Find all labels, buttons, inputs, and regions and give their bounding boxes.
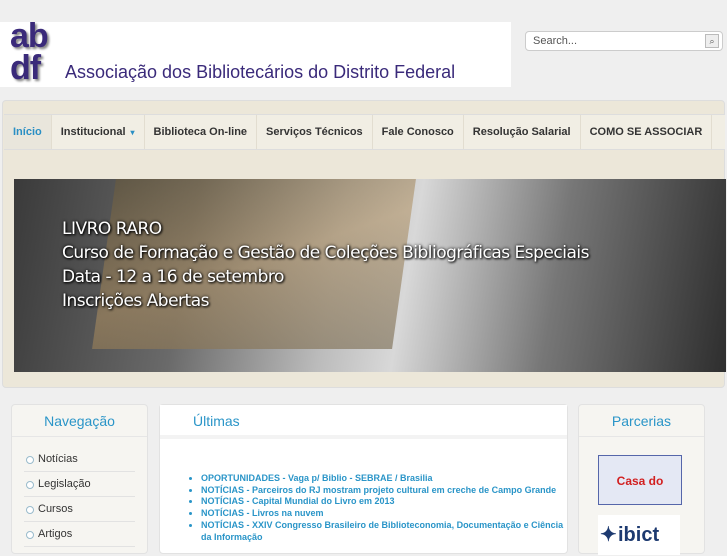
top-section: Início Institucional ▾ Biblioteca On-line…: [2, 100, 726, 388]
news-title[interactable]: Parceiros do RJ mostram projeto cultural…: [252, 485, 556, 495]
banner[interactable]: LIVRO RARO Curso de Formação e Gestão de…: [14, 179, 726, 372]
site-logo[interactable]: ab df Associação dos Bibliotecários do Di…: [0, 17, 511, 87]
ibict-logo-icon: ✦: [600, 524, 617, 546]
parcerias-box: Parcerias Casa do Saber ✦ibict: [578, 404, 705, 555]
nav-fale-conosco[interactable]: Fale Conosco: [373, 115, 464, 149]
news-item[interactable]: NOTÍCIAS - Livros na nuvem: [201, 508, 567, 520]
ultimas-box: Últimas OPORTUNIDADES - Vaga p/ Biblio -…: [159, 404, 568, 554]
news-category[interactable]: NOTÍCIAS: [201, 485, 244, 495]
news-category[interactable]: NOTÍCIAS: [201, 496, 244, 506]
news-item[interactable]: NOTÍCIAS - XXIV Congresso Brasileiro de …: [201, 520, 567, 543]
nav-link-artigos[interactable]: Artigos: [24, 522, 135, 547]
nav-link-cursos[interactable]: Cursos: [24, 497, 135, 522]
search-input[interactable]: Search... ⌕: [525, 31, 723, 51]
news-title[interactable]: Capital Mundial do Livro em 2013: [252, 496, 395, 506]
ultimas-title: Últimas: [160, 405, 567, 439]
partner-casa-do-saber[interactable]: Casa do Saber: [598, 455, 682, 538]
navegacao-box: Navegação Notícias Legislação Cursos Art…: [11, 404, 148, 554]
partner-name: ibict: [618, 524, 660, 546]
news-item[interactable]: OPORTUNIDADES - Vaga p/ Biblio - SEBRAE …: [201, 473, 567, 485]
banner-line: Inscrições Abertas: [62, 291, 209, 311]
news-title[interactable]: Vaga p/ Biblio - SEBRAE / Brasilia: [288, 473, 433, 483]
nav-link-noticias[interactable]: Notícias: [24, 447, 135, 472]
banner-text: LIVRO RARO Curso de Formação e Gestão de…: [62, 217, 589, 313]
nav-label: Institucional: [60, 126, 126, 138]
logo-text: Associação dos Bibliotecários do Distrit…: [65, 62, 456, 82]
logo-mark: ab df: [10, 17, 49, 87]
news-title[interactable]: XXIV Congresso Brasileiro de Bibliotecon…: [201, 520, 563, 542]
news-list: OPORTUNIDADES - Vaga p/ Biblio - SEBRAE …: [201, 473, 567, 543]
parcerias-title: Parcerias: [579, 405, 704, 437]
news-category[interactable]: OPORTUNIDADES: [201, 473, 280, 483]
nav-biblioteca[interactable]: Biblioteca On-line: [145, 115, 258, 149]
nav-servicos[interactable]: Serviços Técnicos: [257, 115, 373, 149]
nav-institucional[interactable]: Institucional ▾: [52, 115, 145, 149]
search-icon[interactable]: ⌕: [705, 34, 719, 48]
nav-inicio[interactable]: Início: [4, 115, 52, 149]
nav-link-legislacao[interactable]: Legislação: [24, 472, 135, 497]
banner-line: Curso de Formação e Gestão de Coleções B…: [62, 243, 589, 263]
news-item[interactable]: NOTÍCIAS - Parceiros do RJ mostram proje…: [201, 485, 567, 497]
news-title[interactable]: Livros na nuvem: [252, 508, 324, 518]
partner-ibict[interactable]: ✦ ibict: [598, 515, 680, 555]
banner-line: Data - 12 a 16 de setembro: [62, 267, 284, 287]
main-nav: Início Institucional ▾ Biblioteca On-line…: [4, 114, 725, 150]
news-category[interactable]: NOTÍCIAS: [201, 520, 244, 530]
banner-line: LIVRO RARO: [62, 219, 162, 239]
chevron-down-icon: ▾: [130, 128, 135, 137]
news-item[interactable]: NOTÍCIAS - Capital Mundial do Livro em 2…: [201, 496, 567, 508]
navegacao-title: Navegação: [12, 405, 147, 437]
nav-resolucao[interactable]: Resolução Salarial: [464, 115, 581, 149]
nav-associar[interactable]: COMO SE ASSOCIAR: [581, 115, 713, 149]
search-placeholder: Search...: [533, 35, 578, 47]
news-category[interactable]: NOTÍCIAS: [201, 508, 244, 518]
